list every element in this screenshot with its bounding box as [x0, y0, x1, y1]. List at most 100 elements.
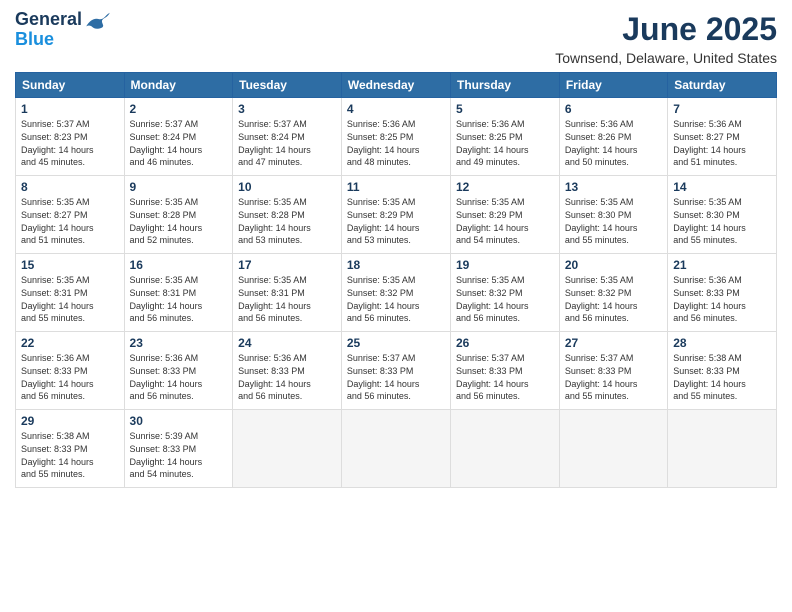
table-row: 4Sunrise: 5:36 AMSunset: 8:25 PMDaylight… [341, 98, 450, 176]
day-info: Sunrise: 5:35 AMSunset: 8:30 PMDaylight:… [565, 196, 662, 246]
daylight-minutes: and 47 minutes. [238, 157, 302, 167]
day-info: Sunrise: 5:35 AMSunset: 8:29 PMDaylight:… [456, 196, 554, 246]
week-row-3: 15Sunrise: 5:35 AMSunset: 8:31 PMDayligh… [16, 254, 777, 332]
daylight-hours: Daylight: 14 hours [565, 223, 638, 233]
calendar-table: Sunday Monday Tuesday Wednesday Thursday… [15, 72, 777, 488]
day-number: 24 [238, 336, 336, 350]
table-row: 23Sunrise: 5:36 AMSunset: 8:33 PMDayligh… [124, 332, 233, 410]
table-row: 20Sunrise: 5:35 AMSunset: 8:32 PMDayligh… [559, 254, 667, 332]
daylight-hours: Daylight: 14 hours [347, 223, 420, 233]
daylight-hours: Daylight: 14 hours [456, 379, 529, 389]
daylight-minutes: and 53 minutes. [347, 235, 411, 245]
day-number: 10 [238, 180, 336, 194]
header-friday: Friday [559, 73, 667, 98]
sunset-info: Sunset: 8:33 PM [673, 366, 740, 376]
daylight-hours: Daylight: 14 hours [238, 223, 311, 233]
table-row: 1Sunrise: 5:37 AMSunset: 8:23 PMDaylight… [16, 98, 125, 176]
day-number: 20 [565, 258, 662, 272]
table-row: 9Sunrise: 5:35 AMSunset: 8:28 PMDaylight… [124, 176, 233, 254]
logo-general: General [15, 10, 82, 30]
title-block: June 2025 Townsend, Delaware, United Sta… [555, 10, 777, 66]
daylight-hours: Daylight: 14 hours [456, 223, 529, 233]
sunrise-info: Sunrise: 5:35 AM [130, 197, 199, 207]
day-number: 23 [130, 336, 228, 350]
day-info: Sunrise: 5:37 AMSunset: 8:33 PMDaylight:… [347, 352, 445, 402]
sunset-info: Sunset: 8:31 PM [238, 288, 305, 298]
sunset-info: Sunset: 8:30 PM [565, 210, 632, 220]
day-number: 13 [565, 180, 662, 194]
week-row-5: 29Sunrise: 5:38 AMSunset: 8:33 PMDayligh… [16, 410, 777, 488]
sunrise-info: Sunrise: 5:37 AM [21, 119, 90, 129]
daylight-minutes: and 51 minutes. [21, 235, 85, 245]
day-info: Sunrise: 5:35 AMSunset: 8:31 PMDaylight:… [238, 274, 336, 324]
header: General Blue June 2025 Townsend, Delawar… [15, 10, 777, 66]
day-number: 30 [130, 414, 228, 428]
day-info: Sunrise: 5:35 AMSunset: 8:31 PMDaylight:… [130, 274, 228, 324]
day-info: Sunrise: 5:36 AMSunset: 8:25 PMDaylight:… [456, 118, 554, 168]
table-row: 18Sunrise: 5:35 AMSunset: 8:32 PMDayligh… [341, 254, 450, 332]
logo: General Blue [15, 10, 112, 50]
table-row: 30 Sunrise: 5:39 AMSunset: 8:33 PMDayligh… [124, 410, 233, 488]
day-info: Sunrise: 5:35 AMSunset: 8:28 PMDaylight:… [130, 196, 228, 246]
daylight-hours: Daylight: 14 hours [238, 301, 311, 311]
header-sunday: Sunday [16, 73, 125, 98]
sunrise-info: Sunrise: 5:36 AM [673, 275, 742, 285]
table-row [233, 410, 342, 488]
daylight-minutes: and 50 minutes. [565, 157, 629, 167]
day-info: Sunrise: 5:37 AMSunset: 8:33 PMDaylight:… [456, 352, 554, 402]
day-number: 3 [238, 102, 336, 116]
daylight-hours: Daylight: 14 hours [673, 379, 746, 389]
daylight-minutes: and 53 minutes. [238, 235, 302, 245]
sunset-info: Sunset: 8:28 PM [238, 210, 305, 220]
daylight-minutes: and 55 minutes. [673, 391, 737, 401]
daylight-hours: Daylight: 14 hours [238, 145, 311, 155]
day-number: 11 [347, 180, 445, 194]
day-number: 26 [456, 336, 554, 350]
daylight-hours: Daylight: 14 hours [565, 379, 638, 389]
day-info: Sunrise: 5:37 AM Sunset: 8:24 PM Daylight:… [238, 118, 336, 168]
daylight-minutes: and 56 minutes. [130, 313, 194, 323]
day-info: Sunrise: 5:37 AMSunset: 8:24 PMDaylight:… [130, 118, 228, 168]
daylight-minutes: and 55 minutes. [21, 469, 85, 479]
day-number: 21 [673, 258, 771, 272]
daylight-minutes: and 54 minutes. [130, 469, 194, 479]
day-info: Sunrise: 5:35 AMSunset: 8:32 PMDaylight:… [456, 274, 554, 324]
daylight-minutes: and 56 minutes. [21, 391, 85, 401]
day-info: Sunrise: 5:39 AMSunset: 8:33 PMDaylight:… [130, 430, 228, 480]
daylight-minutes: and 56 minutes. [565, 313, 629, 323]
day-info: Sunrise: 5:36 AMSunset: 8:33 PMDaylight:… [673, 274, 771, 324]
sunrise-info: Sunrise: 5:37 AM [238, 119, 307, 129]
daylight-minutes: and 51 minutes. [673, 157, 737, 167]
table-row: 11 Sunrise: 5:35 AMSunset: 8:29 PMDayligh… [341, 176, 450, 254]
sunset-info: Sunset: 8:24 PM [238, 132, 305, 142]
day-info: Sunrise: 5:35 AMSunset: 8:29 PMDaylight:… [347, 196, 445, 246]
daylight-hours: Daylight: 14 hours [238, 379, 311, 389]
table-row: 13 Sunrise: 5:35 AMSunset: 8:30 PMDayligh… [559, 176, 667, 254]
daylight-minutes: and 56 minutes. [238, 391, 302, 401]
sunrise-info: Sunrise: 5:35 AM [130, 275, 199, 285]
day-number: 18 [347, 258, 445, 272]
day-info: Sunrise: 5:35 AMSunset: 8:28 PMDaylight:… [238, 196, 336, 246]
sunrise-info: Sunrise: 5:37 AM [130, 119, 199, 129]
sunrise-info: Sunrise: 5:35 AM [347, 197, 416, 207]
table-row: 12Sunrise: 5:35 AMSunset: 8:29 PMDayligh… [451, 176, 560, 254]
daylight-minutes: and 48 minutes. [347, 157, 411, 167]
daylight-hours: Daylight: 14 hours [347, 301, 420, 311]
day-number: 17 [238, 258, 336, 272]
daylight-hours: Daylight: 14 hours [347, 145, 420, 155]
day-number: 2 [130, 102, 228, 116]
logo-bird-icon [84, 10, 112, 30]
daylight-minutes: and 56 minutes. [238, 313, 302, 323]
sunrise-info: Sunrise: 5:35 AM [456, 275, 525, 285]
day-info: Sunrise: 5:36 AMSunset: 8:33 PMDaylight:… [21, 352, 119, 402]
day-info: Sunrise: 5:36 AMSunset: 8:26 PMDaylight:… [565, 118, 662, 168]
daylight-minutes: and 55 minutes. [565, 391, 629, 401]
sunset-info: Sunset: 8:27 PM [673, 132, 740, 142]
sunset-info: Sunset: 8:33 PM [238, 366, 305, 376]
sunrise-info: Sunrise: 5:35 AM [673, 197, 742, 207]
header-thursday: Thursday [451, 73, 560, 98]
day-info: Sunrise: 5:38 AMSunset: 8:33 PMDaylight:… [673, 352, 771, 402]
page: General Blue June 2025 Townsend, Delawar… [0, 0, 792, 612]
table-row: 16Sunrise: 5:35 AMSunset: 8:31 PMDayligh… [124, 254, 233, 332]
daylight-minutes: and 46 minutes. [130, 157, 194, 167]
